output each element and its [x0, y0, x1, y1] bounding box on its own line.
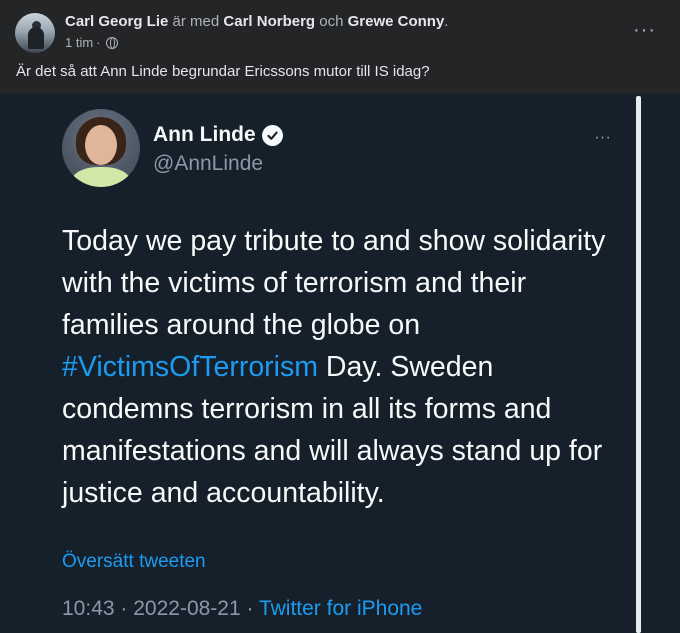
- header-period: .: [444, 13, 449, 30]
- post-options-button[interactable]: ···: [633, 20, 656, 40]
- tweet-time: 10:43: [62, 597, 115, 620]
- with-text: är med: [172, 13, 220, 30]
- and-text: och: [319, 13, 344, 30]
- verified-badge-icon: [261, 124, 283, 146]
- avatar-figure-body: [28, 27, 44, 49]
- tweet-screenshot-image[interactable]: Ann Linde @AnnLinde ··· Today we pay tri…: [0, 94, 680, 633]
- post-meta: 1 tim ·: [65, 35, 118, 51]
- author-avatar[interactable]: [15, 13, 55, 53]
- translate-tweet-link: Översätt tweeten: [62, 551, 206, 572]
- tweet-sep-1: ·: [114, 597, 134, 620]
- tweet-hashtag: #VictimsOfTerrorism: [62, 351, 318, 383]
- tweet-meta: 10:43 · 2022-08-21 · Twitter for iPhone: [62, 594, 422, 624]
- post-timestamp[interactable]: 1 tim: [65, 35, 93, 51]
- tweet-sep-2: ·: [240, 597, 259, 620]
- tweet-author-name: Ann Linde: [153, 122, 283, 148]
- tweet-author-name-text: Ann Linde: [153, 123, 256, 146]
- globe-icon: [105, 37, 118, 49]
- tweet-date: 2022-08-21: [133, 597, 241, 620]
- avatar-face: [85, 125, 117, 165]
- tweet-body: Today we pay tribute to and show solidar…: [62, 220, 628, 514]
- tagged-user-link-1[interactable]: Carl Norberg: [223, 13, 315, 30]
- tweet-author-avatar: [62, 109, 140, 187]
- tweet-author-handle: @AnnLinde: [153, 152, 264, 175]
- tagged-user-link-2[interactable]: Grewe Conny: [348, 13, 445, 30]
- tweet-more-icon: ···: [594, 127, 611, 146]
- tweet-source: Twitter for iPhone: [258, 597, 423, 620]
- tweet-scrollbar: [636, 96, 641, 633]
- post-header: Carl Georg Lie är med Carl Norberg och G…: [65, 13, 448, 31]
- avatar-shirt: [72, 167, 130, 187]
- tweet-body-text-1: Today we pay tribute to and show solidar…: [62, 225, 606, 341]
- author-name-link[interactable]: Carl Georg Lie: [65, 13, 168, 30]
- meta-dot: ·: [96, 35, 101, 50]
- post-text: Är det så att Ann Linde begrundar Ericss…: [16, 63, 430, 80]
- facebook-post: Carl Georg Lie är med Carl Norberg och G…: [0, 0, 680, 633]
